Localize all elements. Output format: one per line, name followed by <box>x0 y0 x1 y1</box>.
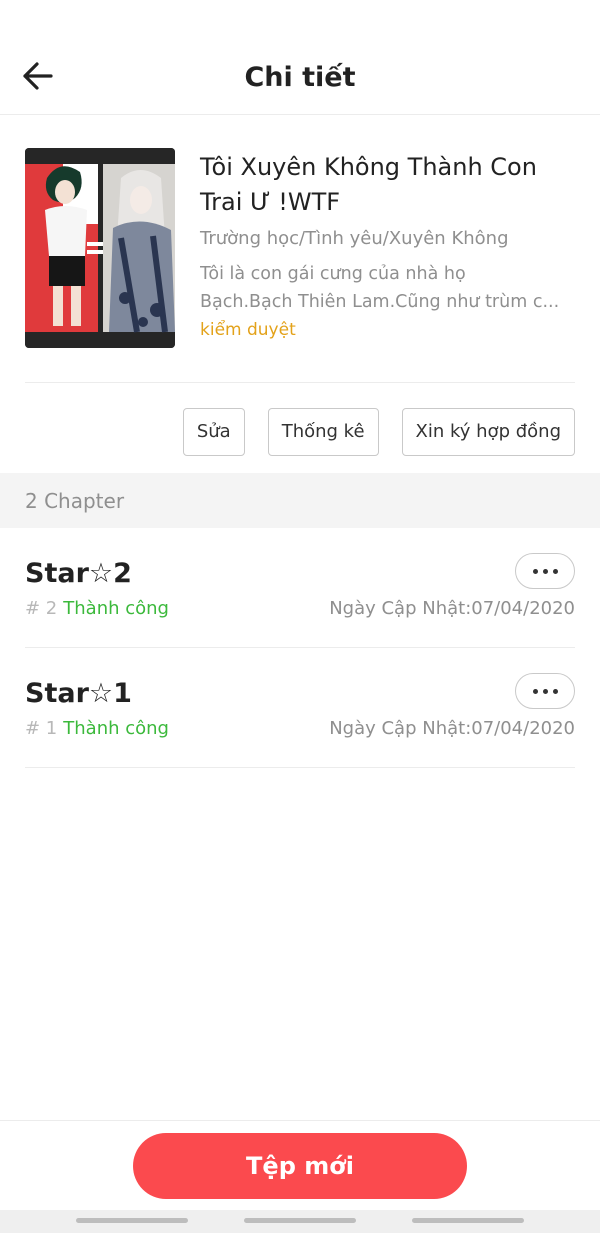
more-dots-icon <box>532 688 538 694</box>
book-cover[interactable] <box>25 148 175 348</box>
chapter-updated-date: Ngày Cập Nhật:07/04/2020 <box>329 718 575 739</box>
chapter-count: 2 Chapter <box>25 489 125 513</box>
review-status: kiểm duyệt <box>200 320 296 340</box>
page: Chi tiết Tôi Xuyên Không Thành Con Trai … <box>0 0 600 1233</box>
action-buttons: Sửa Thống kê Xin ký hợp đồng <box>182 408 575 456</box>
nav-handle[interactable] <box>412 1218 524 1223</box>
nav-handle[interactable] <box>244 1218 356 1223</box>
chapter-count-bar: 2 Chapter <box>0 473 600 528</box>
chapter-meta: # 2 Thành công <box>25 598 169 619</box>
cover-image <box>25 148 175 348</box>
description-line: Tôi là con gái cưng của nhà họ <box>200 264 466 284</box>
chapter-status: Thành công <box>63 598 169 619</box>
chapter-number: # 2 <box>25 598 58 619</box>
more-dots-icon <box>542 568 548 574</box>
chapter-meta: # 1 Thành công <box>25 718 169 739</box>
more-dots-icon <box>552 688 558 694</box>
page-title: Chi tiết <box>244 62 356 93</box>
system-nav-bar <box>0 1210 600 1233</box>
new-chapter-button[interactable]: Tệp mới <box>133 1133 467 1199</box>
book-info: Tôi Xuyên Không Thành Con Trai Ư !WTF Tr… <box>25 148 575 348</box>
more-options-button[interactable] <box>515 673 575 709</box>
nav-handle[interactable] <box>76 1218 188 1223</box>
chapter-title: Star☆2 <box>25 558 132 589</box>
edit-button[interactable]: Sửa <box>182 408 245 456</box>
book-description: Tôi là con gái cưng của nhà họ Bạch.Bạch… <box>200 260 572 316</box>
chapter-row[interactable]: Star☆2 # 2 Thành công Ngày Cập Nhật:07/04… <box>25 528 575 648</box>
header: Chi tiết <box>0 0 600 115</box>
bottom-bar: Tệp mới <box>0 1120 600 1210</box>
chapter-title: Star☆1 <box>25 678 132 709</box>
more-dots-icon <box>532 568 538 574</box>
book-title: Tôi Xuyên Không Thành Con Trai Ư !WTF <box>200 153 537 216</box>
chapter-number: # 1 <box>25 718 58 739</box>
book-genres: Trường học/Tình yêu/Xuyên Không <box>200 228 509 249</box>
chapter-row[interactable]: Star☆1 # 1 Thành công Ngày Cập Nhật:07/04… <box>25 648 575 768</box>
divider <box>25 382 575 383</box>
more-dots-icon <box>542 688 548 694</box>
chapter-status: Thành công <box>63 718 169 739</box>
more-dots-icon <box>552 568 558 574</box>
request-contract-button[interactable]: Xin ký hợp đồng <box>401 408 575 456</box>
description-line: Bạch.Bạch Thiên Lam.Cũng như trùm c... <box>200 292 560 312</box>
more-options-button[interactable] <box>515 553 575 589</box>
chapter-updated-date: Ngày Cập Nhật:07/04/2020 <box>329 598 575 619</box>
stats-button[interactable]: Thống kê <box>267 408 379 456</box>
